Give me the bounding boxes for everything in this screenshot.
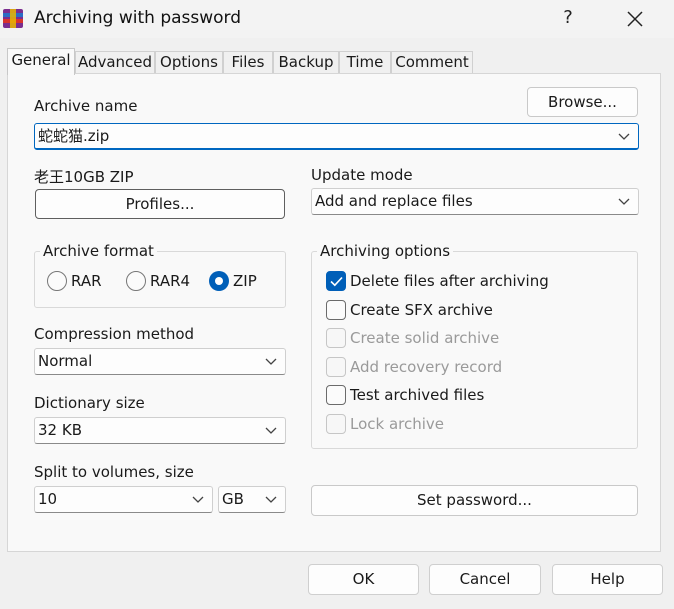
tab-backup[interactable]: Backup	[273, 51, 339, 74]
checkbox-add-recovery	[326, 357, 346, 377]
split-size-combo[interactable]: 10	[34, 486, 213, 513]
tab-files[interactable]: Files	[223, 51, 273, 74]
close-icon	[627, 11, 643, 27]
checkbox-lock-archive	[326, 414, 346, 434]
checkbox-create-solid	[326, 328, 346, 348]
radio-rar4[interactable]	[126, 271, 146, 291]
compression-method-value: Normal	[38, 352, 93, 370]
update-mode-label: Update mode	[311, 166, 413, 184]
split-size-value: 10	[38, 490, 58, 508]
update-mode-value: Add and replace files	[315, 192, 473, 210]
checkbox-test-files[interactable]	[326, 385, 346, 405]
tab-time[interactable]: Time	[339, 51, 391, 74]
checkbox-delete-files-label[interactable]: Delete files after archiving	[350, 272, 549, 290]
archive-format-label: Archive format	[40, 242, 157, 260]
update-mode-select[interactable]: Add and replace files	[311, 188, 639, 215]
profiles-button[interactable]: Profiles...	[35, 189, 285, 219]
tab-options[interactable]: Options	[155, 51, 223, 74]
split-unit-value: GB	[222, 490, 244, 508]
help-title-button[interactable]: ?	[553, 6, 583, 32]
checkbox-create-solid-label: Create solid archive	[350, 329, 500, 347]
title-bar: Archiving with password ?	[0, 0, 674, 38]
radio-rar4-label[interactable]: RAR4	[150, 272, 190, 290]
checkbox-test-files-label[interactable]: Test archived files	[350, 386, 484, 404]
checkbox-lock-archive-label: Lock archive	[350, 415, 445, 433]
tab-comment[interactable]: Comment	[391, 51, 473, 74]
tab-strip: General Advanced Options Files Backup Ti…	[7, 48, 477, 75]
checkbox-add-recovery-label: Add recovery record	[350, 358, 503, 376]
archiving-options-label: Archiving options	[317, 242, 454, 260]
archive-name-value: 蛇蛇猫.zip	[38, 127, 110, 145]
set-password-button[interactable]: Set password...	[311, 485, 638, 516]
profile-name-label: 老王10GB ZIP	[34, 168, 134, 186]
split-unit-select[interactable]: GB	[218, 486, 286, 513]
archive-name-label: Archive name	[34, 97, 138, 115]
radio-rar-label[interactable]: RAR	[71, 272, 102, 290]
compression-method-select[interactable]: Normal	[34, 348, 286, 375]
checkmark-icon	[330, 276, 343, 287]
radio-rar[interactable]	[47, 271, 67, 291]
radio-zip[interactable]	[209, 271, 229, 291]
cancel-button[interactable]: Cancel	[429, 564, 541, 595]
browse-button[interactable]: Browse...	[527, 87, 638, 117]
chevron-down-icon[interactable]	[618, 198, 630, 206]
dictionary-size-label: Dictionary size	[34, 394, 145, 412]
checkbox-create-sfx-label[interactable]: Create SFX archive	[350, 301, 493, 319]
window-title: Archiving with password	[34, 8, 242, 28]
split-volumes-label: Split to volumes, size	[34, 463, 194, 481]
chevron-down-icon[interactable]	[618, 133, 630, 141]
checkbox-create-sfx[interactable]	[326, 300, 346, 320]
checkbox-delete-files[interactable]	[326, 271, 346, 291]
archive-name-combo[interactable]: 蛇蛇猫.zip	[34, 123, 639, 150]
chevron-down-icon[interactable]	[265, 358, 277, 366]
chevron-down-icon[interactable]	[265, 496, 277, 504]
ok-button[interactable]: OK	[308, 564, 419, 595]
tab-general[interactable]: General	[7, 48, 75, 75]
close-button[interactable]	[620, 6, 650, 32]
dictionary-size-value: 32 KB	[38, 421, 82, 439]
compression-method-label: Compression method	[34, 325, 195, 343]
tab-advanced[interactable]: Advanced	[75, 51, 155, 74]
winrar-icon	[2, 7, 24, 29]
dictionary-size-select[interactable]: 32 KB	[34, 417, 286, 444]
chevron-down-icon[interactable]	[192, 496, 204, 504]
help-button[interactable]: Help	[552, 564, 663, 595]
radio-zip-label[interactable]: ZIP	[233, 272, 257, 290]
chevron-down-icon[interactable]	[265, 427, 277, 435]
